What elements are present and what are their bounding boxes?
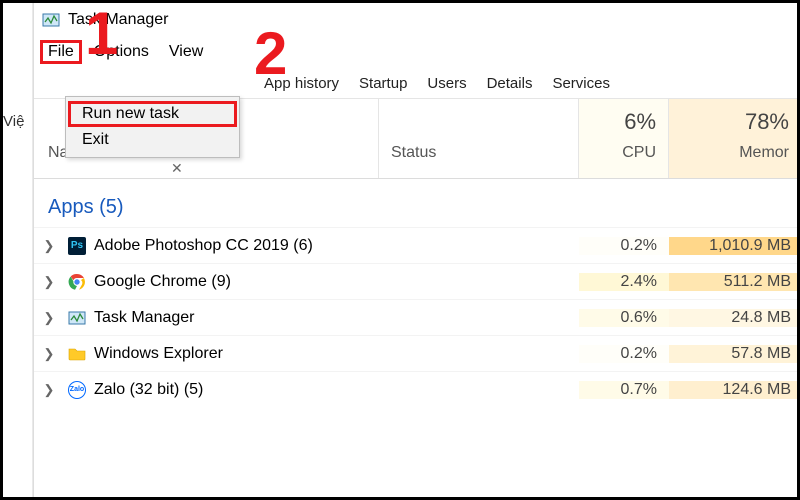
underlying-window-fragment: Việ (3, 3, 33, 497)
process-memory: 1,010.9 MB (669, 237, 797, 255)
cpu-column-label: CPU (622, 144, 656, 162)
menu-view[interactable]: View (161, 41, 211, 63)
tab-users[interactable]: Users (417, 70, 476, 98)
file-menu-dropdown: Run new task Exit (65, 96, 240, 158)
annotation-1: 1 (85, 0, 118, 68)
memory-total-pct: 78% (745, 109, 789, 135)
task-manager-icon (64, 309, 90, 327)
menu-file[interactable]: File (40, 40, 82, 64)
process-name: Google Chrome (9) (90, 273, 379, 291)
screenshot-frame: Việ Task Manager File Options View App h… (0, 0, 800, 500)
tabstrip: App history Startup Users Details Servic… (34, 67, 797, 99)
underlying-text: Việ (3, 113, 24, 130)
process-memory: 511.2 MB (669, 273, 797, 291)
column-cpu[interactable]: 6% CPU (579, 99, 669, 178)
tab-details[interactable]: Details (477, 70, 543, 98)
expand-toggle[interactable]: ❯ (34, 346, 64, 362)
task-manager-icon (42, 11, 60, 29)
process-name: Adobe Photoshop CC 2019 (6) (90, 237, 379, 255)
explorer-icon (64, 345, 90, 363)
process-cpu: 0.7% (579, 381, 669, 399)
process-memory: 24.8 MB (669, 309, 797, 327)
process-row[interactable]: ❯ Google Chrome (9) 2.4% 511.2 MB (34, 263, 797, 299)
expand-toggle[interactable]: ❯ (34, 310, 64, 326)
photoshop-icon: Ps (64, 237, 90, 255)
column-memory[interactable]: 78% Memor (669, 99, 797, 178)
chrome-icon (64, 273, 90, 291)
process-name: Task Manager (90, 309, 379, 327)
process-cpu: 2.4% (579, 273, 669, 291)
process-name: Zalo (32 bit) (5) (90, 381, 379, 399)
close-icon[interactable]: ✕ (171, 160, 183, 177)
tab-startup[interactable]: Startup (349, 70, 417, 98)
group-apps[interactable]: Apps (5) (34, 179, 797, 227)
memory-column-label: Memor (739, 144, 789, 162)
process-row[interactable]: ❯ Ps Adobe Photoshop CC 2019 (6) 0.2% 1,… (34, 227, 797, 263)
zalo-icon: Zalo (64, 381, 90, 399)
process-cpu: 0.6% (579, 309, 669, 327)
process-cpu: 0.2% (579, 345, 669, 363)
process-cpu: 0.2% (579, 237, 669, 255)
column-status[interactable]: Status (379, 99, 579, 178)
process-row[interactable]: ❯ Task Manager 0.6% 24.8 MB (34, 299, 797, 335)
task-manager-window: Task Manager File Options View App histo… (33, 3, 797, 497)
menu-item-exit[interactable]: Exit (68, 127, 237, 153)
menubar: File Options View (34, 37, 797, 67)
expand-toggle[interactable]: ❯ (34, 274, 64, 290)
process-row[interactable]: ❯ Windows Explorer 0.2% 57.8 MB (34, 335, 797, 371)
titlebar[interactable]: Task Manager (34, 3, 797, 37)
process-memory: 124.6 MB (669, 381, 797, 399)
cpu-total-pct: 6% (624, 109, 656, 135)
process-name: Windows Explorer (90, 345, 379, 363)
process-row[interactable]: ❯ Zalo Zalo (32 bit) (5) 0.7% 124.6 MB (34, 371, 797, 407)
tab-services[interactable]: Services (542, 70, 620, 98)
annotation-2: 2 (254, 19, 287, 88)
process-memory: 57.8 MB (669, 345, 797, 363)
expand-toggle[interactable]: ❯ (34, 238, 64, 254)
expand-toggle[interactable]: ❯ (34, 382, 64, 398)
menu-item-run-new-task[interactable]: Run new task (68, 101, 237, 127)
